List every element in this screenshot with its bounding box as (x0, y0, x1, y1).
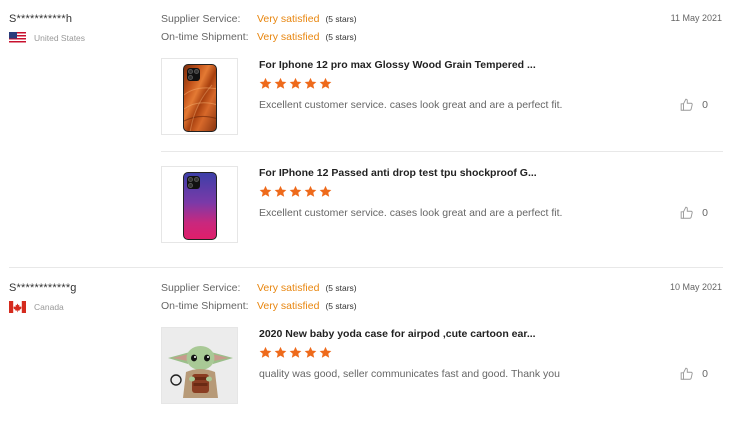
item-rating (259, 77, 332, 90)
like-count: 0 (702, 207, 708, 219)
item-rating (259, 346, 332, 359)
star-icon (319, 346, 332, 358)
buyer-name: S************g (9, 282, 77, 294)
like-button[interactable]: 0 (680, 98, 708, 112)
item-title[interactable]: 2020 New baby yoda case for airpod ,cute… (259, 328, 536, 340)
review-card: S***********h United States Supplier Ser… (0, 0, 750, 268)
reviewed-item: 2020 New baby yoda case for airpod ,cute… (161, 327, 723, 405)
shipment-rating: On-time Shipment: Very satisfied (5 star… (161, 31, 357, 43)
reviewed-item: For Iphone 12 pro max Glossy Wood Grain … (161, 58, 723, 136)
item-rating (259, 185, 332, 198)
star-icon (319, 77, 332, 89)
like-count: 0 (702, 99, 708, 111)
star-icon (304, 185, 317, 197)
rating-stars-text: (5 stars) (325, 301, 357, 311)
thumbs-up-icon (680, 206, 693, 219)
buyer-name: S***********h (9, 13, 73, 25)
item-title[interactable]: For IPhone 12 Passed anti drop test tpu … (259, 167, 537, 179)
rating-value: Very satisfied (257, 300, 320, 312)
item-comment: Excellent customer service. cases look g… (259, 207, 563, 219)
rating-value: Very satisfied (257, 31, 320, 43)
like-button[interactable]: 0 (680, 206, 708, 220)
rating-label: On-time Shipment: (161, 31, 249, 43)
star-icon (289, 185, 302, 197)
item-comment: quality was good, seller communicates fa… (259, 368, 560, 380)
flag-us-icon (9, 32, 26, 44)
product-thumbnail[interactable] (161, 58, 238, 135)
like-count: 0 (702, 368, 708, 380)
supplier-service-rating: Supplier Service: Very satisfied (5 star… (161, 13, 357, 25)
item-title[interactable]: For Iphone 12 pro max Glossy Wood Grain … (259, 59, 536, 71)
product-thumbnail[interactable] (161, 166, 238, 243)
rating-stars-text: (5 stars) (325, 32, 357, 42)
rating-stars-text: (5 stars) (325, 14, 357, 24)
rating-label: Supplier Service: (161, 282, 241, 294)
star-icon (259, 77, 272, 89)
country-name: United States (34, 33, 86, 43)
buyer-country: United States (9, 32, 85, 44)
star-icon (289, 346, 302, 358)
product-thumbnail[interactable] (161, 327, 238, 404)
star-icon (274, 77, 287, 89)
item-divider (161, 151, 723, 152)
star-icon (304, 77, 317, 89)
review-card: S************g Canada Supplier Service: … (0, 268, 750, 428)
star-icon (259, 346, 272, 358)
review-date: 11 May 2021 (670, 13, 722, 23)
reviewed-item: For IPhone 12 Passed anti drop test tpu … (161, 166, 723, 244)
rating-value: Very satisfied (257, 13, 320, 25)
shipment-rating: On-time Shipment: Very satisfied (5 star… (161, 300, 357, 312)
supplier-service-rating: Supplier Service: Very satisfied (5 star… (161, 282, 357, 294)
flag-ca-icon (9, 301, 26, 313)
buyer-country: Canada (9, 301, 64, 313)
rating-value: Very satisfied (257, 282, 320, 294)
rating-label: Supplier Service: (161, 13, 241, 25)
star-icon (274, 346, 287, 358)
star-icon (274, 185, 287, 197)
rating-stars-text: (5 stars) (325, 283, 357, 293)
star-icon (304, 346, 317, 358)
star-icon (319, 185, 332, 197)
star-icon (289, 77, 302, 89)
review-date: 10 May 2021 (669, 282, 722, 292)
country-name: Canada (34, 302, 64, 312)
rating-label: On-time Shipment: (161, 300, 249, 312)
item-comment: Excellent customer service. cases look g… (259, 99, 563, 111)
star-icon (259, 185, 272, 197)
thumbs-up-icon (680, 98, 693, 111)
like-button[interactable]: 0 (680, 367, 708, 381)
thumbs-up-icon (680, 367, 693, 380)
